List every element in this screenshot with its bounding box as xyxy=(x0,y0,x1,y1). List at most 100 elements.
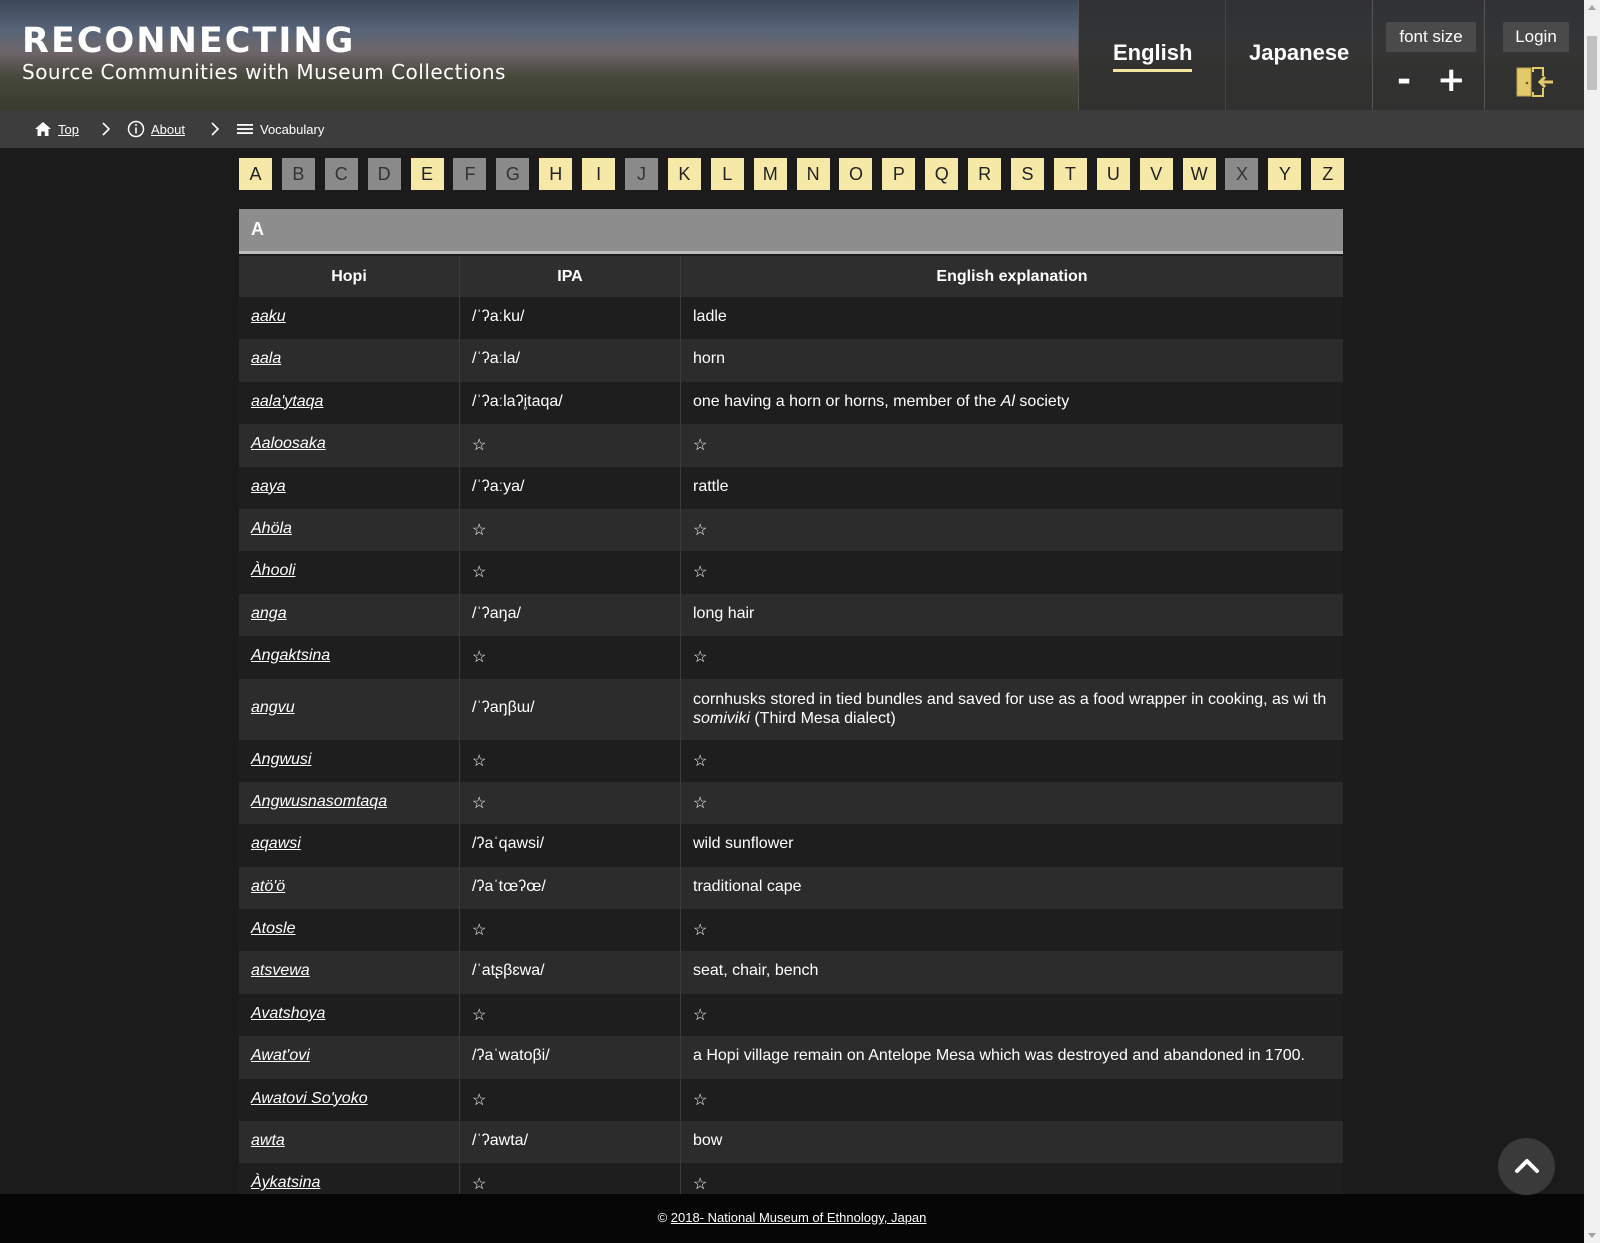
hopi-word-link[interactable]: Avatshoya xyxy=(251,1005,325,1022)
hopi-word-link[interactable]: anga xyxy=(251,605,287,622)
breadcrumb: Top About Vocabulary xyxy=(0,110,1584,148)
cell-hopi: atsvewa xyxy=(239,951,460,994)
font-increase-button[interactable]: + xyxy=(1437,62,1466,98)
alphabet-letter-a[interactable]: A xyxy=(239,158,272,190)
door-login-icon[interactable] xyxy=(1515,66,1555,98)
scroll-down-arrow-icon[interactable] xyxy=(1588,1233,1596,1238)
chevron-right-icon xyxy=(102,122,111,136)
alphabet-letter-x: X xyxy=(1225,158,1259,190)
cell-english: wild sunflower xyxy=(693,835,794,853)
alphabet-letter-u[interactable]: U xyxy=(1096,158,1130,190)
alphabet-letter-z[interactable]: Z xyxy=(1311,158,1345,190)
cell-ipa: /ˈʔaːlaʔi̥taqa/ xyxy=(460,381,681,425)
cell-english: horn xyxy=(693,350,726,368)
login-label[interactable]: Login xyxy=(1503,22,1569,52)
table-row: aaya/ˈʔaːya/rattle xyxy=(239,466,1343,509)
hopi-word-link[interactable]: Awat'ovi xyxy=(251,1047,310,1064)
hopi-word-link[interactable]: aaya xyxy=(251,478,286,495)
alphabet-letter-h[interactable]: H xyxy=(539,158,573,190)
hopi-word-link[interactable]: Angwusi xyxy=(251,751,311,768)
cell-english: one having a horn or horns, member of th… xyxy=(681,382,1343,424)
hopi-word-link[interactable]: Aaloosaka xyxy=(251,435,326,452)
hopi-word-link[interactable]: Angaktsina xyxy=(251,647,330,664)
cell-english: ☆ xyxy=(693,752,708,770)
alphabet-letter-k[interactable]: K xyxy=(667,158,701,190)
alphabet-letter-m[interactable]: M xyxy=(753,158,787,190)
breadcrumb-top-link[interactable]: Top xyxy=(58,122,79,137)
breadcrumb-top[interactable]: Top xyxy=(34,120,79,138)
language-english-link[interactable]: English xyxy=(1113,40,1193,72)
chevron-right-icon xyxy=(211,122,220,136)
cell-ipa: /ˈʔaːku/ xyxy=(460,297,681,340)
info-icon xyxy=(127,120,145,138)
table-row: angvu/ˈʔaŋβɯ/cornhusks stored in tied bu… xyxy=(239,678,1343,740)
cell-hopi: Atosle xyxy=(239,909,460,952)
chevron-up-icon xyxy=(1515,1159,1539,1173)
alphabet-letter-e[interactable]: E xyxy=(410,158,444,190)
hopi-word-link[interactable]: awta xyxy=(251,1132,285,1149)
alphabet-letter-t[interactable]: T xyxy=(1053,158,1087,190)
cell-hopi: Awatovi So'yoko xyxy=(239,1078,460,1122)
cell-ipa: /ʔaˈtœʔœ/ xyxy=(460,866,681,910)
site-brand[interactable]: RECONNECTING Source Communities with Mus… xyxy=(22,22,506,84)
alphabet-letter-v[interactable]: V xyxy=(1139,158,1173,190)
hopi-word-link[interactable]: atsvewa xyxy=(251,962,310,979)
hopi-word-link[interactable]: Àykatsina xyxy=(251,1174,320,1191)
breadcrumb-vocabulary: Vocabulary xyxy=(236,120,324,138)
cell-ipa: /ˈʔawta/ xyxy=(460,1121,681,1164)
font-decrease-button[interactable]: - xyxy=(1397,62,1411,98)
cell-english: rattle xyxy=(693,477,729,495)
explanation-term: Al xyxy=(1000,392,1015,410)
hopi-word-link[interactable]: aala xyxy=(251,350,281,367)
cell-ipa: ☆ xyxy=(460,424,681,467)
back-to-top-button[interactable] xyxy=(1498,1138,1555,1195)
home-icon xyxy=(35,122,51,136)
hopi-word-link[interactable]: Awatovi So'yoko xyxy=(251,1090,368,1107)
alphabet-letter-o[interactable]: O xyxy=(839,158,873,190)
font-size-label: font size xyxy=(1386,22,1476,52)
cell-hopi: Ahöla xyxy=(239,508,460,552)
alphabet-letter-p[interactable]: P xyxy=(882,158,916,190)
hopi-word-link[interactable]: aala'ytaqa xyxy=(251,393,323,410)
table-header: Hopi IPA English explanation xyxy=(239,256,1343,297)
page-scrollbar[interactable] xyxy=(1584,0,1600,1243)
cell-hopi: aala xyxy=(239,339,460,382)
hopi-word-link[interactable]: Atosle xyxy=(251,920,295,937)
alphabet-letter-j: J xyxy=(625,158,659,190)
alphabet-letter-l[interactable]: L xyxy=(710,158,744,190)
alphabet-letter-r[interactable]: R xyxy=(968,158,1002,190)
table-row: aala'ytaqa/ˈʔaːlaʔi̥taqa/one having a ho… xyxy=(239,381,1343,425)
alphabet-letter-i[interactable]: I xyxy=(582,158,616,190)
alphabet-letter-w[interactable]: W xyxy=(1182,158,1216,190)
language-japanese-link[interactable]: Japanese xyxy=(1249,40,1349,66)
alphabet-letter-y[interactable]: Y xyxy=(1268,158,1302,190)
font-size-control: font size - + xyxy=(1372,0,1484,110)
scroll-up-arrow-icon[interactable] xyxy=(1588,5,1596,10)
alphabet-letter-q[interactable]: Q xyxy=(925,158,959,190)
login-control: Login xyxy=(1484,0,1584,110)
explanation-text: cornhusks stored in tied bundles and sav… xyxy=(693,690,1327,708)
breadcrumb-about-link[interactable]: About xyxy=(151,122,185,137)
alphabet-letter-g: G xyxy=(496,158,530,190)
cell-english: long hair xyxy=(693,604,755,622)
list-icon xyxy=(237,124,253,134)
breadcrumb-about[interactable]: About xyxy=(127,120,185,138)
explanation-text: society xyxy=(1014,392,1070,410)
table-row: Awatovi So'yoko ☆ ☆ xyxy=(239,1078,1343,1122)
cell-hopi: angvu xyxy=(239,678,460,740)
alphabet-letter-b: B xyxy=(281,158,315,190)
hopi-word-link[interactable]: atö'ö xyxy=(251,878,285,895)
hopi-word-link[interactable]: aqawsi xyxy=(251,835,301,852)
hopi-word-link[interactable]: Ahöla xyxy=(251,520,292,537)
hopi-word-link[interactable]: angvu xyxy=(251,699,295,716)
hopi-word-link[interactable]: aaku xyxy=(251,308,286,325)
cell-ipa: /ˈʔaːla/ xyxy=(460,339,681,382)
alphabet-letter-n[interactable]: N xyxy=(796,158,830,190)
copyright-link[interactable]: 2018- National Museum of Ethnology, Japa… xyxy=(671,1210,927,1225)
hopi-word-link[interactable]: Angwusnasomtaqa xyxy=(251,793,387,810)
hopi-word-link[interactable]: Àhooli xyxy=(251,562,295,579)
alphabet-letter-d: D xyxy=(367,158,401,190)
scrollbar-thumb[interactable] xyxy=(1587,36,1597,90)
table-row: aqawsi/ʔaˈqawsi/wild sunflower xyxy=(239,824,1343,867)
alphabet-letter-s[interactable]: S xyxy=(1011,158,1045,190)
